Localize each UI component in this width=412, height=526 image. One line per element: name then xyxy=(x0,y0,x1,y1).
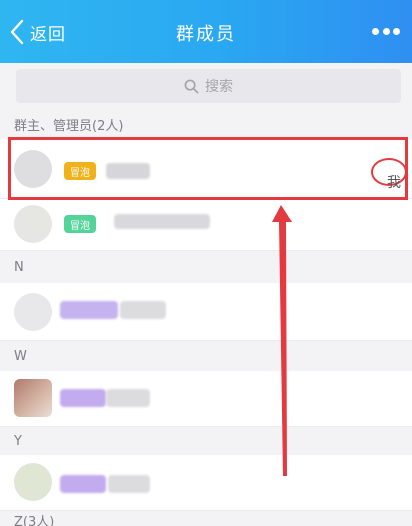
more-options-button[interactable] xyxy=(372,24,400,38)
more-dot-icon xyxy=(372,27,379,35)
member-name-blurred xyxy=(60,301,118,319)
search-input[interactable]: 搜索 xyxy=(16,69,401,103)
search-area: 搜索 xyxy=(0,63,412,110)
section-header-label: W xyxy=(14,348,27,364)
section-header-label: Z(3人) xyxy=(14,515,55,526)
avatar xyxy=(14,293,52,331)
section-header-label: Y xyxy=(14,433,22,449)
more-dot-icon xyxy=(393,27,400,35)
member-name-blurred xyxy=(60,389,106,407)
search-placeholder: 搜索 xyxy=(205,79,233,95)
member-badge: 冒泡 xyxy=(64,215,96,233)
section-header-y: Y xyxy=(0,427,412,455)
avatar xyxy=(14,463,52,501)
highlight-box xyxy=(8,137,408,200)
section-header-label: N xyxy=(14,259,24,275)
avatar xyxy=(14,379,52,417)
member-name-blurred xyxy=(108,475,150,493)
section-header-w: W xyxy=(0,341,412,371)
member-name-blurred xyxy=(120,301,166,319)
member-name-blurred xyxy=(106,389,150,407)
section-header-z: Z(3人) xyxy=(0,511,412,526)
page-title: 群成员 xyxy=(176,24,236,45)
member-name-blurred xyxy=(60,475,106,493)
section-header-label: 群主、管理员(2人) xyxy=(14,119,124,134)
list-item[interactable] xyxy=(0,283,412,341)
nav-bar: 返回 群成员 xyxy=(0,0,412,63)
avatar xyxy=(14,205,52,243)
me-label: 我 xyxy=(387,175,401,191)
search-icon xyxy=(184,79,199,93)
list-item[interactable] xyxy=(0,455,412,511)
section-header-n: N xyxy=(0,251,412,283)
more-dot-icon xyxy=(382,27,390,35)
section-header-admins: 群主、管理员(2人) xyxy=(0,110,412,139)
member-name-blurred xyxy=(114,214,210,229)
list-item[interactable] xyxy=(0,371,412,427)
member-row-admin[interactable]: 冒泡 xyxy=(0,199,412,251)
badge-label: 冒泡 xyxy=(70,220,90,232)
